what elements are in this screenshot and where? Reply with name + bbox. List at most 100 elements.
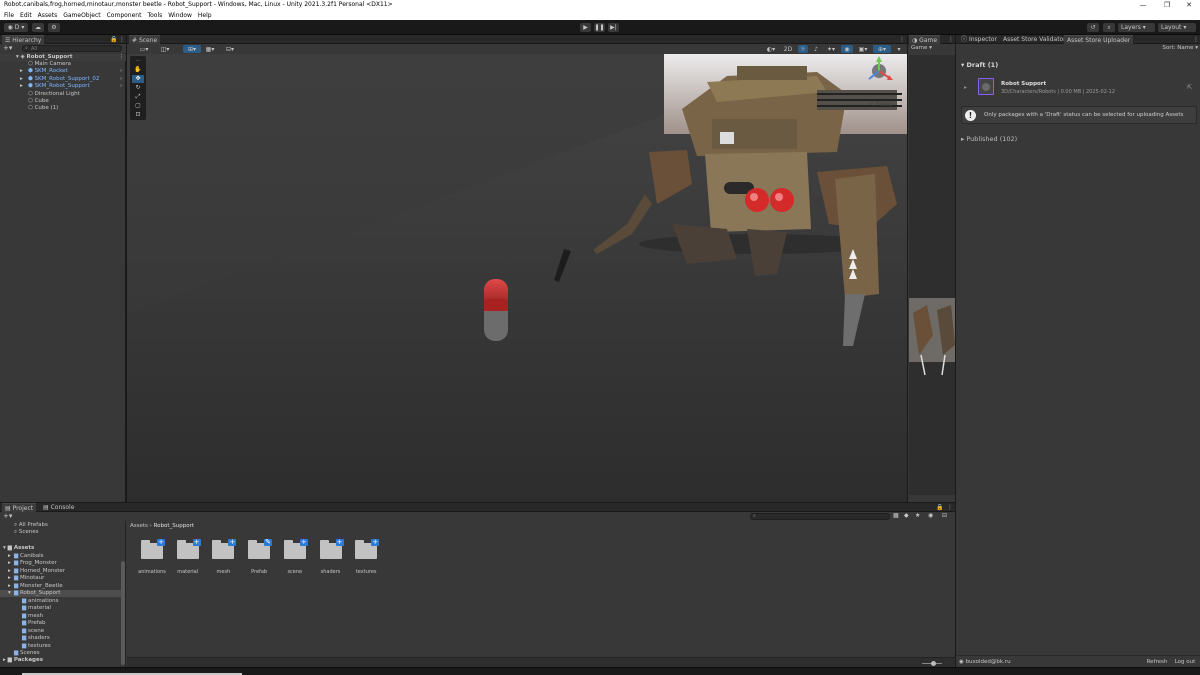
minimize-icon[interactable]: — bbox=[1132, 0, 1154, 11]
more-icon[interactable]: ▾ bbox=[894, 45, 904, 53]
published-section-header[interactable]: ▸ Published (102) bbox=[961, 135, 1017, 143]
scene-viewport[interactable]: < Persp ··· ✋ ✥ ↻ ⤢ ▢ ⊡ bbox=[127, 54, 907, 502]
hand-tool-icon[interactable]: ✋ bbox=[132, 66, 144, 74]
project-tree-item[interactable]: ▆ scene bbox=[0, 628, 121, 635]
expand-icon[interactable]: ▸ bbox=[20, 68, 28, 75]
project-tree-item[interactable]: ▆ Scenes bbox=[0, 650, 121, 657]
project-tree-item[interactable]: ▆ shaders bbox=[0, 635, 121, 642]
shading-icon[interactable]: ◐▾ bbox=[763, 45, 779, 53]
menu-file[interactable]: File bbox=[4, 11, 14, 20]
hierarchy-item[interactable]: ▸ ⬢ SKM_Rocket › bbox=[0, 68, 126, 75]
game-viewport[interactable] bbox=[909, 55, 955, 495]
more-icon[interactable]: ⋮ bbox=[119, 36, 125, 43]
more-icon[interactable]: ⋮ bbox=[899, 36, 905, 43]
menu-help[interactable]: Help bbox=[198, 11, 212, 20]
lock-icon[interactable]: 🔒 bbox=[110, 36, 117, 43]
assets-root[interactable]: ▾ ▆ Assets bbox=[3, 545, 34, 552]
scene-row[interactable]: ▾ ◈ Robot_Support ⋮ bbox=[0, 54, 126, 61]
project-tree-item[interactable]: ▸ ▆ Canibals bbox=[0, 553, 121, 560]
packages-root[interactable]: ▸ ▆ Packages bbox=[3, 657, 43, 664]
zoom-slider-thumb[interactable] bbox=[931, 661, 936, 666]
tab-project[interactable]: ▤ Project bbox=[2, 503, 37, 512]
scale-tool-icon[interactable]: ⤢ bbox=[132, 93, 144, 101]
tree-scrollbar[interactable] bbox=[121, 561, 125, 665]
project-tree-item[interactable]: ▸ ▆ Frog_Monster bbox=[0, 560, 121, 567]
collab-icon[interactable]: ⚙ bbox=[48, 23, 60, 32]
open-prefab-icon[interactable]: › bbox=[120, 83, 122, 90]
gizmos-icon[interactable]: ⊕▾ bbox=[873, 45, 891, 53]
folder-item[interactable]: + scene bbox=[275, 539, 311, 579]
expand-icon[interactable]: ▸ bbox=[20, 76, 28, 83]
step-button[interactable]: ▶| bbox=[608, 23, 619, 32]
account-dropdown[interactable]: ◉ D ▾ bbox=[4, 23, 28, 32]
folder-item[interactable]: + shaders bbox=[311, 539, 347, 579]
folder-item[interactable]: + material bbox=[168, 539, 204, 579]
project-tree-item[interactable]: ▾ ▆ Robot_Support bbox=[0, 590, 121, 597]
tab-asset-store-validator[interactable]: Asset Store Validator bbox=[1000, 35, 1069, 44]
logout-button[interactable]: Log out bbox=[1172, 658, 1198, 666]
favorite-scenes[interactable]: ⌕ Scenes bbox=[14, 529, 38, 536]
play-button[interactable]: ▶ bbox=[580, 23, 591, 32]
add-icon[interactable]: +▾ bbox=[3, 44, 12, 52]
project-tree-item[interactable]: ▆ textures bbox=[0, 643, 121, 650]
pause-button[interactable]: ❚❚ bbox=[594, 23, 605, 32]
menu-edit[interactable]: Edit bbox=[20, 11, 32, 20]
tab-game[interactable]: ◑ Game bbox=[909, 35, 941, 44]
menu-window[interactable]: Window bbox=[168, 11, 192, 20]
menu-tools[interactable]: Tools bbox=[147, 11, 162, 20]
project-tree-item[interactable]: ▆ animations bbox=[0, 598, 121, 605]
render-mode-icon[interactable]: ◫▾ bbox=[157, 45, 173, 53]
rotate-tool-icon[interactable]: ↻ bbox=[132, 84, 144, 92]
project-tree-item[interactable]: ▆ mesh bbox=[0, 613, 121, 620]
project-tree-item[interactable]: ▆ material bbox=[0, 605, 121, 612]
project-tree-item[interactable]: ▸ ▆ Horned_Monster bbox=[0, 568, 121, 575]
more-icon[interactable]: ⋮ bbox=[1193, 36, 1199, 43]
draw-mode-icon[interactable]: ▭▾ bbox=[135, 45, 153, 53]
camera-icon[interactable]: ▣▾ bbox=[856, 45, 870, 53]
tab-console[interactable]: ▤ Console bbox=[40, 503, 77, 512]
folder-item[interactable]: ✎ Prefab bbox=[239, 539, 275, 579]
hierarchy-search-input[interactable]: ⌕ All bbox=[22, 45, 122, 52]
undo-history-icon[interactable]: ↺ bbox=[1087, 23, 1099, 32]
tab-asset-store-uploader[interactable]: Asset Store Uploader bbox=[1064, 35, 1134, 44]
2d-toggle[interactable]: 2D bbox=[782, 45, 794, 53]
maximize-icon[interactable]: ❐ bbox=[1156, 0, 1178, 11]
draft-section-header[interactable]: ▾ Draft (1) bbox=[961, 61, 998, 69]
tab-hierarchy[interactable]: ☰ Hierarchy bbox=[2, 35, 45, 44]
menu-gameobject[interactable]: GameObject bbox=[63, 11, 100, 20]
folder-item[interactable]: + textures bbox=[346, 539, 382, 579]
hierarchy-item[interactable]: ⬡ Cube bbox=[0, 98, 126, 105]
menu-assets[interactable]: Assets bbox=[38, 11, 58, 20]
effects-icon[interactable]: ✦▾ bbox=[824, 45, 838, 53]
expand-icon[interactable]: ▾ bbox=[16, 54, 19, 60]
move-snap-icon[interactable]: ⊞▾ bbox=[183, 45, 201, 53]
hierarchy-item[interactable]: ⬡ Directional Light bbox=[0, 91, 126, 98]
scene-menu-icon[interactable]: ⋮ bbox=[119, 54, 125, 61]
menu-component[interactable]: Component bbox=[107, 11, 142, 20]
favorite-all-prefabs[interactable]: ⌕ All Prefabs bbox=[14, 522, 48, 529]
hierarchy-item[interactable]: ⬡ Cube (1) bbox=[0, 105, 126, 112]
layout-dropdown[interactable]: Layout ▾ bbox=[1158, 23, 1196, 32]
audio-icon[interactable]: ♪ bbox=[811, 45, 821, 53]
lighting-icon[interactable]: ☼ bbox=[798, 45, 808, 53]
transform-tool-icon[interactable]: ⊡ bbox=[132, 111, 144, 119]
hidden-objects-icon[interactable]: ◉ bbox=[841, 45, 853, 53]
folder-item[interactable]: + animations bbox=[132, 539, 168, 579]
project-tree-item[interactable]: ▆ Prefab bbox=[0, 620, 121, 627]
add-icon[interactable]: +▾ bbox=[3, 512, 12, 520]
hierarchy-item[interactable]: ▸ ⬢ SKM_Robot_Support › bbox=[0, 83, 126, 90]
search-icon[interactable]: ⌕ bbox=[1103, 23, 1115, 32]
tab-scene[interactable]: # Scene bbox=[129, 35, 161, 44]
expand-icon[interactable]: ▸ bbox=[964, 84, 967, 91]
move-tool-icon[interactable]: ✥ bbox=[132, 75, 144, 83]
refresh-button[interactable]: Refresh bbox=[1144, 658, 1170, 666]
project-tree-item[interactable]: ▸ ▆ Minotaur bbox=[0, 575, 121, 582]
game-display-dropdown[interactable]: Game ▾ bbox=[909, 44, 955, 53]
cloud-icon[interactable]: ☁ bbox=[32, 23, 44, 32]
grid-icon[interactable]: ▦▾ bbox=[203, 45, 217, 53]
more-icon[interactable]: ⋮ bbox=[948, 36, 954, 43]
open-external-icon[interactable]: ⇱ bbox=[1187, 84, 1192, 91]
hierarchy-item[interactable]: ▸ ⬢ SKM_Robot_Support_02 › bbox=[0, 76, 126, 83]
snap-increment-icon[interactable]: ⊟▾ bbox=[222, 45, 238, 53]
expand-icon[interactable]: ▸ bbox=[20, 83, 28, 90]
